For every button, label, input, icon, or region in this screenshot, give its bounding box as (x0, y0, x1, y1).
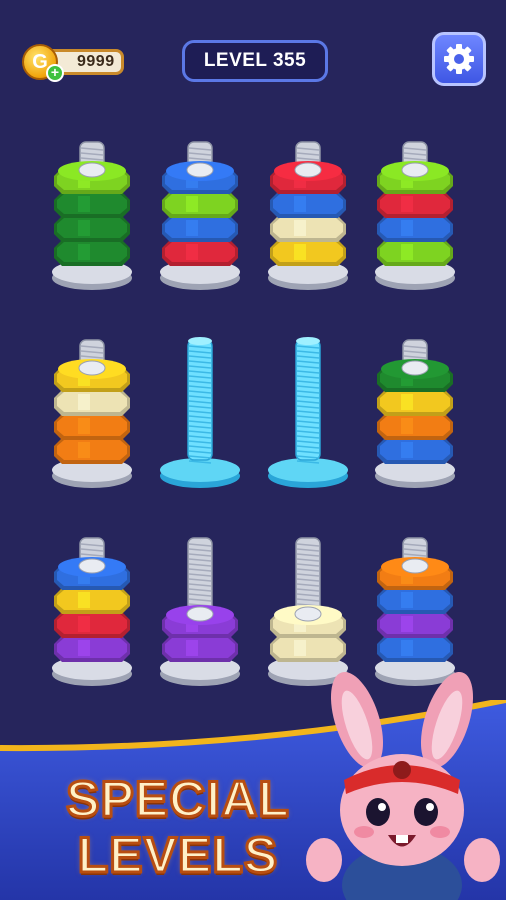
nut-purple (54, 636, 130, 662)
bolt-peg[interactable] (42, 528, 142, 693)
nut-red (377, 192, 453, 218)
bolt-peg[interactable] (365, 528, 465, 693)
bolt-peg[interactable] (42, 132, 142, 297)
bolt-head (294, 606, 322, 622)
bunny-mascot (306, 671, 500, 900)
game-board (0, 0, 506, 720)
nut-yellow (270, 240, 346, 266)
screw-tip (188, 337, 212, 345)
nut-green (377, 240, 453, 266)
nut-green (162, 192, 238, 218)
nut-yellow (54, 588, 130, 614)
nut-blue (377, 588, 453, 614)
promo-line-1: SPECIAL (65, 770, 291, 829)
bolt-head (401, 360, 429, 376)
nut-blue (377, 438, 453, 464)
bolt-peg[interactable] (150, 528, 250, 693)
bolt-peg[interactable] (258, 330, 358, 495)
bolt-head (401, 162, 429, 178)
nut-blue (377, 636, 453, 662)
bolt-head (186, 606, 214, 622)
bolt-peg[interactable] (150, 330, 250, 495)
nut-orange (54, 438, 130, 464)
nut-dark-green (54, 240, 130, 266)
nut-dark-green (54, 192, 130, 218)
nut-purple (377, 612, 453, 638)
nut-blue (377, 216, 453, 242)
nut-dark-green (54, 216, 130, 242)
nut-purple (162, 636, 238, 662)
nut-cream (270, 636, 346, 662)
bolt-peg[interactable] (365, 132, 465, 297)
bolt-peg[interactable] (42, 330, 142, 495)
nut-cream (270, 216, 346, 242)
bolt-head (186, 162, 214, 178)
bolt-head (294, 162, 322, 178)
bolt-head (78, 162, 106, 178)
promo-banner: SPECIAL LEVELS (0, 671, 506, 900)
nut-blue (162, 216, 238, 242)
bolt-head (78, 360, 106, 376)
bolt-head (78, 558, 106, 574)
bolt-peg[interactable] (150, 132, 250, 297)
nut-cream (54, 390, 130, 416)
bolt-head (401, 558, 429, 574)
nut-blue (270, 192, 346, 218)
nut-orange (54, 414, 130, 440)
promo-line-2: LEVELS (76, 826, 279, 885)
nut-red (162, 240, 238, 266)
bolt-peg[interactable] (258, 528, 358, 693)
nut-orange (377, 414, 453, 440)
bolt-peg[interactable] (258, 132, 358, 297)
nut-yellow (377, 390, 453, 416)
screw-tip (296, 337, 320, 345)
nut-red (54, 612, 130, 638)
bolt-peg[interactable] (365, 330, 465, 495)
